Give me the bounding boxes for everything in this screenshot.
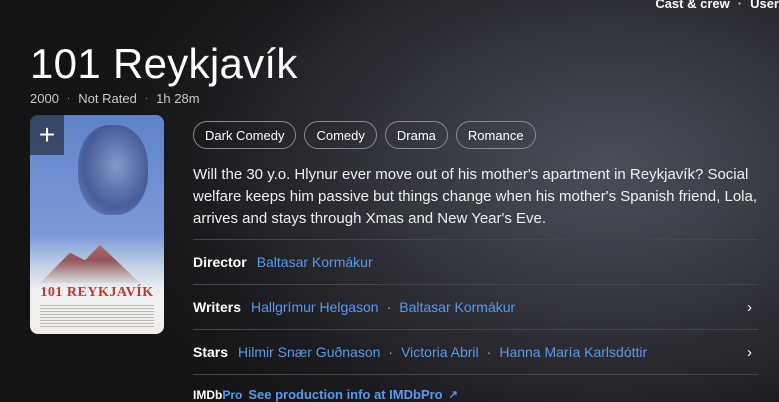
genre-chip[interactable]: Drama — [384, 121, 448, 149]
credit-separator: · — [486, 344, 492, 360]
top-nav: Cast & crew · User — [655, 0, 779, 11]
writer-link[interactable]: Hallgrímur Helgason — [251, 299, 379, 315]
director-label: Director — [193, 254, 247, 270]
divider — [193, 374, 758, 375]
credit-separator: · — [388, 344, 394, 360]
chevron-right-icon[interactable]: › — [747, 344, 752, 361]
poster-title-text: 101 REYKJAVÍK — [40, 285, 154, 300]
genre-chip[interactable]: Dark Comedy — [193, 121, 297, 149]
external-link-icon: ↗ — [448, 389, 458, 401]
imdbpro-row: IMDbPro See production info at IMDbPro ↗ — [193, 387, 458, 402]
release-year[interactable]: 2000 — [30, 91, 59, 106]
imdbpro-logo-pro: Pro — [222, 387, 243, 402]
content-rating[interactable]: Not Rated — [78, 91, 137, 106]
writers-row[interactable]: Writers Hallgrímur Helgason · Baltasar K… — [193, 299, 758, 316]
meta-separator: · — [66, 93, 71, 104]
star-link[interactable]: Hanna María Karlsdóttir — [499, 344, 647, 360]
poster-credits-block — [40, 305, 154, 327]
add-to-watchlist-button[interactable]: + — [30, 115, 64, 155]
genre-chips: Dark Comedy Comedy Drama Romance — [193, 121, 536, 149]
meta-separator: · — [144, 93, 149, 104]
credit-separator: · — [386, 299, 392, 315]
cast-crew-link[interactable]: Cast & crew — [655, 0, 729, 11]
genre-chip[interactable]: Romance — [455, 121, 536, 149]
director-row: Director Baltasar Kormákur — [193, 254, 758, 270]
plot-summary: Will the 30 y.o. Hlynur ever move out of… — [193, 166, 758, 227]
imdbpro-logo: IMDbPro — [193, 388, 242, 402]
genre-chip[interactable]: Comedy — [304, 121, 377, 149]
page-title: 101 Reykjavík — [30, 40, 298, 87]
stars-label: Stars — [193, 344, 229, 360]
plus-icon: + — [38, 119, 56, 150]
divider — [193, 239, 758, 240]
chevron-right-icon[interactable]: › — [747, 299, 752, 316]
imdbpro-logo-main: IMDb — [193, 387, 223, 402]
stars-row[interactable]: Stars Hilmir Snær Guðnason · Victoria Ab… — [193, 344, 758, 361]
title-meta: 2000 · Not Rated · 1h 28m — [30, 91, 200, 106]
user-link[interactable]: User — [750, 0, 779, 11]
writer-link[interactable]: Baltasar Kormákur — [399, 299, 515, 315]
imdbpro-link[interactable]: See production info at IMDbPro — [248, 387, 442, 402]
director-link[interactable]: Baltasar Kormákur — [257, 254, 373, 270]
divider — [193, 284, 758, 285]
nav-separator: · — [737, 0, 743, 11]
poster-face-art — [78, 125, 148, 215]
star-link[interactable]: Hilmir Snær Guðnason — [238, 344, 380, 360]
writers-label: Writers — [193, 299, 241, 315]
star-link[interactable]: Victoria Abril — [401, 344, 479, 360]
runtime: 1h 28m — [156, 91, 200, 106]
divider — [193, 329, 758, 330]
poster-mountain-art — [40, 245, 140, 283]
